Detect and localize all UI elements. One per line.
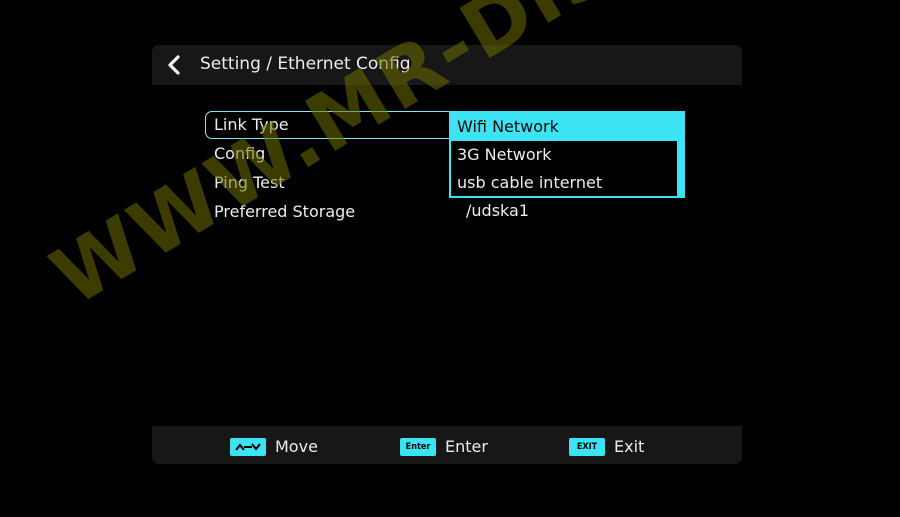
chevron-left-icon[interactable] <box>164 53 184 77</box>
menu-item-label: Ping Test <box>214 173 285 192</box>
menu-item-label: Link Type <box>214 115 289 134</box>
link-type-dropdown[interactable]: Wifi Network 3G Network usb cable intern… <box>449 111 685 198</box>
exit-key-icon: EXIT <box>569 438 605 456</box>
footer-bar: Move Enter Enter EXIT Exit <box>152 426 742 464</box>
hint-move: Move <box>230 437 318 457</box>
menu-item-link-type[interactable]: Link Type <box>205 111 455 139</box>
hint-enter: Enter Enter <box>400 437 488 457</box>
page-title: Setting / Ethernet Config <box>200 54 411 74</box>
menu-item-preferred-storage[interactable]: Preferred Storage <box>205 198 455 226</box>
hint-label: Enter <box>445 437 488 456</box>
hint-label: Exit <box>614 437 645 456</box>
menu-item-label: Config <box>214 144 266 163</box>
dropdown-option-3g[interactable]: 3G Network <box>451 141 677 169</box>
hint-exit: EXIT Exit <box>569 437 644 457</box>
dropdown-option-usb-cable[interactable]: usb cable internet <box>451 169 677 197</box>
preferred-storage-value: /udska1 <box>466 201 529 220</box>
dropdown-option-wifi[interactable]: Wifi Network <box>451 113 677 141</box>
header-bar: Setting / Ethernet Config <box>152 45 742 85</box>
enter-key-icon: Enter <box>400 438 436 456</box>
menu-item-config[interactable]: Config <box>205 140 455 168</box>
screen: Setting / Ethernet Config Link Type Conf… <box>0 0 900 517</box>
menu-item-ping-test[interactable]: Ping Test <box>205 169 455 197</box>
settings-menu: Link Type Config Ping Test Preferred Sto… <box>205 111 455 227</box>
menu-item-label: Preferred Storage <box>214 202 356 221</box>
hint-label: Move <box>275 437 318 456</box>
arrows-key-icon <box>230 438 266 456</box>
